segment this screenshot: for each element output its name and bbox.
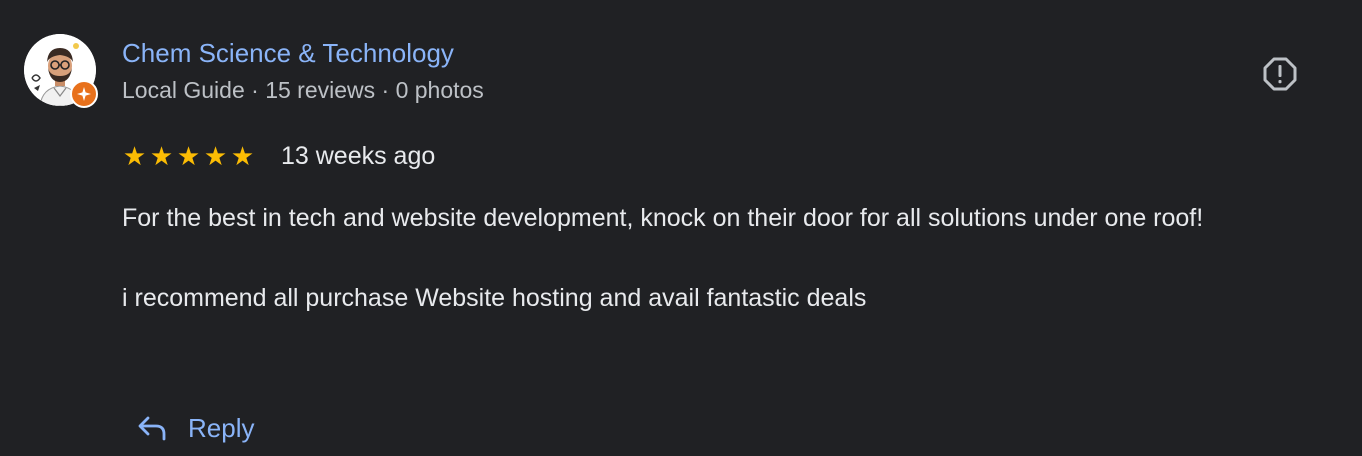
review-date: 13 weeks ago: [281, 141, 436, 170]
review-paragraph: i recommend all purchase Website hosting…: [122, 284, 867, 312]
author-meta: Local Guide · 15 reviews · 0 photos: [122, 77, 484, 103]
star-icon: ★: [176, 141, 201, 171]
rating-row: ★ ★ ★ ★ ★ 13 weeks ago: [122, 140, 435, 172]
reply-button[interactable]: Reply: [136, 408, 254, 448]
star-icon: ★: [203, 141, 228, 171]
star-rating: ★ ★ ★ ★ ★: [122, 143, 255, 169]
star-icon: ★: [122, 141, 147, 171]
star-icon: ★: [230, 141, 255, 171]
star-icon: ★: [149, 141, 174, 171]
author-name[interactable]: Chem Science & Technology: [122, 38, 454, 69]
reply-label: Reply: [188, 412, 255, 443]
review-text: For the best in tech and website develop…: [122, 198, 1322, 318]
review-paragraph: For the best in tech and website develop…: [122, 204, 1204, 232]
author-avatar-wrapper[interactable]: [24, 34, 98, 108]
report-flag-icon: [1263, 57, 1297, 91]
report-review-button[interactable]: [1260, 54, 1300, 94]
reply-arrow-icon: [138, 416, 166, 441]
local-guide-star-icon: [70, 80, 98, 108]
